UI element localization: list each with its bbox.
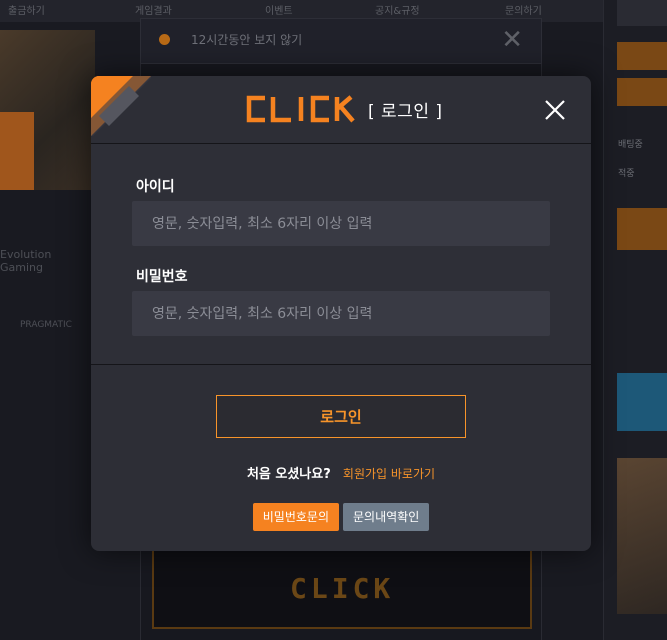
login-button[interactable]: 로그인 (216, 395, 466, 438)
notice-dot-icon (159, 34, 170, 45)
login-modal: [ 로그인 ] 아이디 비밀번호 로그인 처음 오셨나요? 회원가입 바로가기 … (91, 76, 591, 551)
topbar-item: 출금하기 (8, 6, 45, 17)
password-inquiry-button[interactable]: 비밀번호문의 (252, 503, 339, 531)
background-right-button (617, 42, 667, 70)
password-label: 비밀번호 (136, 269, 188, 285)
topbar-item: 문의하기 (505, 6, 542, 17)
close-icon[interactable] (543, 98, 567, 122)
background-notice-popup: 12시간동안 보지 않기 ✕ (140, 18, 542, 64)
background-right-text: 적중 (618, 169, 635, 179)
corner-decoration-icon (91, 76, 151, 136)
id-input[interactable] (132, 201, 550, 246)
notice-close-icon: ✕ (501, 25, 523, 55)
modal-title: [ 로그인 ] (368, 102, 443, 122)
evolution-text: Evolution Gaming (0, 248, 52, 274)
topbar-item: 게임결과 (135, 6, 172, 17)
first-visit-question: 처음 오셨나요? (246, 467, 331, 482)
modal-header: [ 로그인 ] (91, 76, 591, 144)
inquiry-buttons: 비밀번호문의 문의내역확인 (91, 503, 591, 531)
background-right-top (617, 0, 667, 26)
signup-link[interactable]: 회원가입 바로가기 (343, 467, 435, 481)
background-right-button (617, 78, 667, 106)
topbar-item: 공지&규정 (375, 6, 420, 17)
pragmatic-text: PRAGMATIC (20, 320, 72, 330)
notice-hide-text: 12시간동안 보지 않기 (191, 33, 303, 47)
signup-prompt: 처음 오셨나요? 회원가입 바로가기 (91, 463, 591, 482)
topbar-item: 이벤트 (265, 6, 293, 17)
background-right-blue-banner (617, 373, 667, 431)
inquiry-history-button[interactable]: 문의내역확인 (343, 503, 430, 531)
login-form: 아이디 비밀번호 (91, 144, 591, 365)
background-banner-logo: CLICK (290, 572, 395, 605)
background-right-button (617, 208, 667, 250)
background-left-accent (0, 112, 34, 190)
background-right-image (617, 458, 667, 614)
click-logo (246, 95, 355, 123)
background-right-text: 배팅중 (618, 140, 643, 150)
id-label: 아이디 (136, 179, 175, 195)
password-input[interactable] (132, 291, 550, 336)
